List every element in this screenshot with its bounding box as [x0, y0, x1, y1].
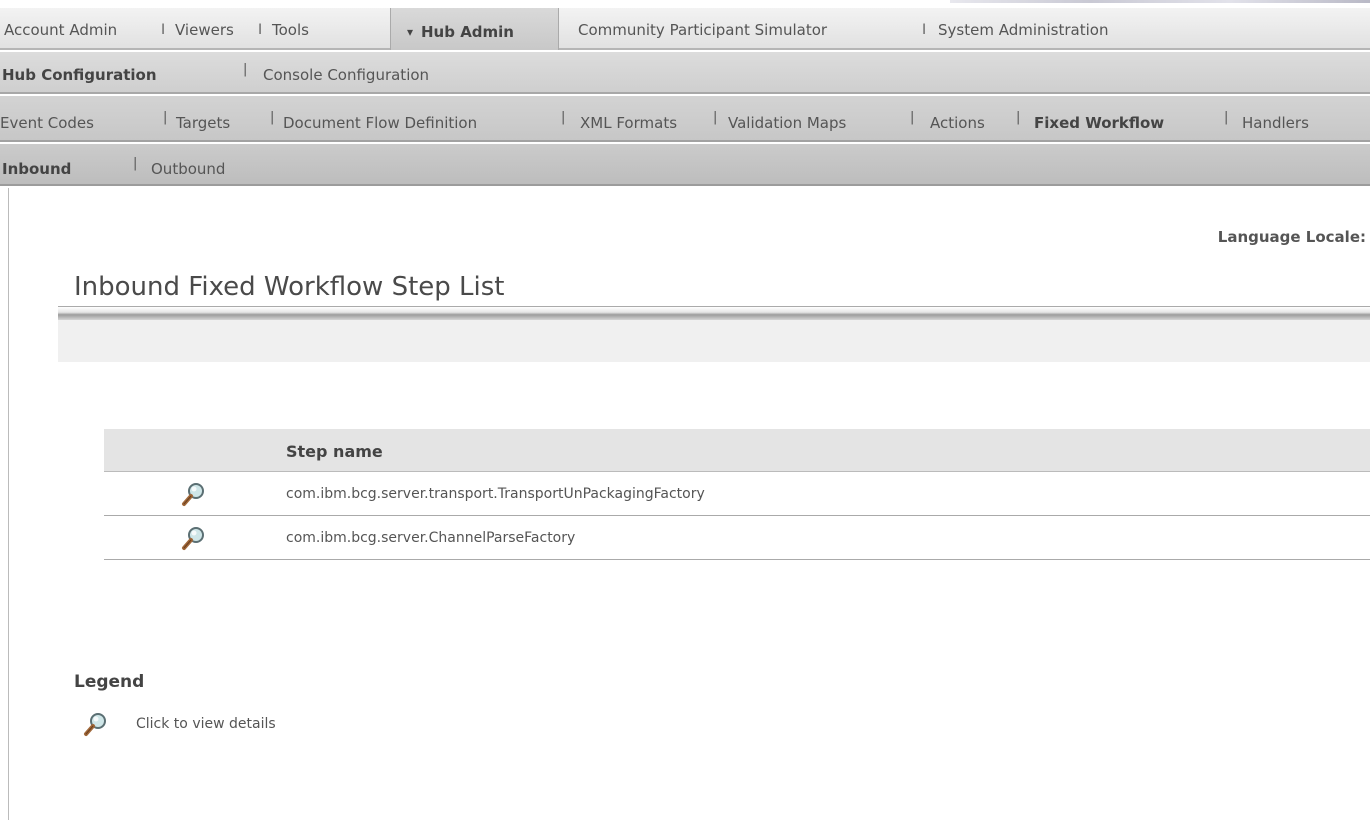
legend-item-text: Click to view details [136, 716, 276, 732]
title-band [58, 320, 1370, 362]
nav-xml-formats[interactable]: XML Formats [580, 114, 677, 132]
table-row: com.ibm.bcg.server.transport.TransportUn… [104, 472, 1370, 516]
nav-separator: | [1224, 110, 1229, 125]
nav-separator: | [561, 110, 566, 125]
content-left-border [8, 188, 9, 820]
fixed-workflow-subnav: Inbound | Outbound [0, 144, 1370, 186]
nav-separator: | [243, 62, 248, 77]
hub-admin-subnav: Hub Configuration | Console Configuratio… [0, 52, 1370, 94]
top-strip [0, 0, 1370, 8]
legend-title: Legend [74, 672, 145, 692]
nav-separator: | [910, 110, 915, 125]
nav-separator: | [163, 110, 168, 125]
nav-inbound[interactable]: Inbound [2, 160, 71, 178]
magnifier-icon[interactable] [180, 524, 208, 552]
magnifier-icon [82, 710, 110, 738]
nav-separator: | [133, 156, 138, 171]
nav-tools[interactable]: Tools [272, 21, 309, 39]
nav-separator: | [713, 110, 718, 125]
table-header: Step name [104, 429, 1370, 472]
nav-handlers[interactable]: Handlers [1242, 114, 1309, 132]
step-list-table: Step name com.ibm.bcg.server.transport.T… [104, 429, 1370, 560]
nav-hub-configuration[interactable]: Hub Configuration [2, 66, 157, 84]
nav-document-flow-definition[interactable]: Document Flow Definition [283, 114, 477, 132]
nav-separator: I [161, 22, 166, 38]
nav-hub-admin-label: Hub Admin [421, 23, 514, 41]
nav-event-codes[interactable]: Event Codes [0, 114, 94, 132]
nav-targets[interactable]: Targets [176, 114, 230, 132]
nav-separator: | [270, 110, 275, 125]
nav-viewers[interactable]: Viewers [175, 21, 234, 39]
dropdown-arrow-icon: ▾ [407, 25, 414, 39]
main-nav: Account Admin I Viewers I Tools ▾ Hub Ad… [0, 8, 1370, 50]
nav-hub-admin[interactable]: ▾ Hub Admin [390, 8, 559, 50]
nav-separator: I [258, 22, 263, 38]
step-name-cell: com.ibm.bcg.server.ChannelParseFactory [286, 530, 576, 546]
nav-community-participant-simulator[interactable]: Community Participant Simulator [578, 21, 827, 39]
language-locale-label: Language Locale: [1217, 228, 1366, 246]
nav-fixed-workflow[interactable]: Fixed Workflow [1034, 114, 1164, 132]
nav-console-configuration[interactable]: Console Configuration [263, 66, 429, 84]
page-title: Inbound Fixed Workflow Step List [74, 272, 505, 302]
nav-outbound[interactable]: Outbound [151, 160, 225, 178]
nav-validation-maps[interactable]: Validation Maps [728, 114, 846, 132]
nav-actions[interactable]: Actions [930, 114, 985, 132]
nav-account-admin[interactable]: Account Admin [4, 21, 117, 39]
nav-system-administration[interactable]: System Administration [938, 21, 1108, 39]
magnifier-icon[interactable] [180, 480, 208, 508]
nav-separator: I [922, 22, 927, 38]
table-row: com.ibm.bcg.server.ChannelParseFactory [104, 516, 1370, 560]
step-name-cell: com.ibm.bcg.server.transport.TransportUn… [286, 486, 705, 502]
hub-configuration-subnav: Event Codes | Targets | Document Flow De… [0, 96, 1370, 142]
column-header-step-name: Step name [286, 442, 383, 461]
decorative-banner [950, 0, 1370, 3]
nav-separator: | [1016, 110, 1021, 125]
title-rule [58, 306, 1370, 320]
